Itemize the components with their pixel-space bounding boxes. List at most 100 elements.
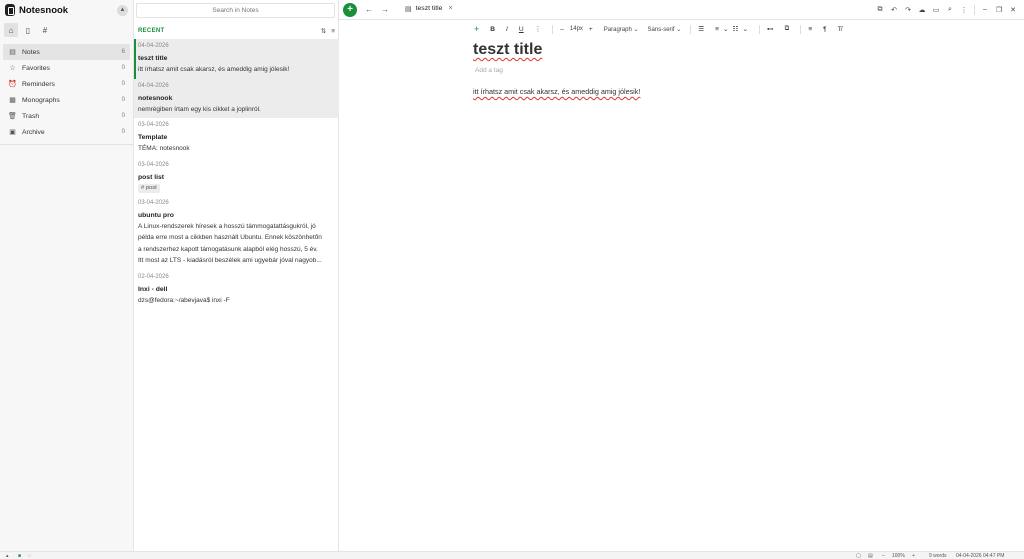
list-item[interactable]: 04-04-2026 notesnook nemrégiben írtam eg… xyxy=(134,78,339,118)
note-preview: TÉMA: notesnook xyxy=(138,145,190,152)
link-icon[interactable]: ⊷ xyxy=(767,25,774,33)
sidebar-item-label: Archive xyxy=(22,128,45,136)
search-icon[interactable]: ⌕ xyxy=(943,6,957,14)
copy-icon[interactable]: ⧉ xyxy=(785,25,790,33)
add-tag-input[interactable]: Add a tag xyxy=(475,67,503,74)
note-preview: a rendszerhez kapott támogatásunk alapbó… xyxy=(138,245,318,253)
notebook-icon[interactable]: ▯ xyxy=(21,23,35,37)
list-item[interactable]: 03-04-2026 post list # post xyxy=(134,158,339,196)
note-date: 03-04-2026 xyxy=(138,199,169,206)
note-title: post list xyxy=(138,173,165,181)
font-family-select[interactable]: Sans-serif ⌄ xyxy=(648,26,682,33)
paragraph-direction-icon[interactable]: ¶ xyxy=(823,26,827,33)
italic-button[interactable]: I xyxy=(506,26,508,33)
focus-mode-icon[interactable]: ⧉ xyxy=(873,6,887,14)
divider xyxy=(974,4,975,15)
user-avatar-icon[interactable]: ▲ xyxy=(117,4,128,16)
more-menu-icon[interactable]: ⋮ xyxy=(957,6,971,14)
view-menu-icon[interactable]: ≡ xyxy=(331,28,335,35)
sidebar-item-trash[interactable]: 🗑 Trash 0 xyxy=(3,108,130,124)
font-size-value: 14px xyxy=(569,26,583,32)
bullet-list-icon[interactable]: ☰ xyxy=(698,25,704,33)
sync-icon[interactable]: ☁ xyxy=(915,6,929,14)
window-tools: ⧉ ↶ ↷ ☁ ▭ ⌕ ⋮ – ❐ ✕ xyxy=(873,4,1024,15)
tag-chip[interactable]: # post xyxy=(138,183,160,193)
back-arrow-icon[interactable]: ← xyxy=(365,5,373,14)
note-title-input[interactable]: teszt title xyxy=(473,41,542,59)
editor-tab[interactable]: ▤ teszt title × xyxy=(401,0,457,20)
note-body-editor[interactable]: itt írhatsz amit csak akarsz, és ameddig… xyxy=(473,87,640,96)
insert-block-button[interactable]: + xyxy=(474,24,479,34)
close-window-icon[interactable]: ✕ xyxy=(1006,6,1020,14)
chevron-down-icon[interactable]: ⌄ xyxy=(742,25,748,33)
properties-icon[interactable]: ▭ xyxy=(929,6,943,14)
note-icon: ▤ xyxy=(9,49,16,56)
bold-button[interactable]: B xyxy=(490,26,495,33)
sync-status-icon[interactable]: ▴ xyxy=(6,553,9,559)
zoom-out-icon[interactable]: – xyxy=(882,553,885,559)
note-preview: nemrégiben írtam egy kis cikket a joplin… xyxy=(138,105,261,113)
sidebar-nav: ▤ Notes 6 ☆ Favorites 0 ⏰ Reminders 0 ▦ … xyxy=(0,40,133,145)
divider xyxy=(800,24,802,34)
chevron-down-icon: ⌄ xyxy=(633,26,639,33)
list-item[interactable]: 03-04-2026 ubuntu pro A Linux-rendszerek… xyxy=(134,196,339,270)
app-header: Notesnook ▲ xyxy=(0,0,133,20)
note-date: 04-04-2026 xyxy=(138,43,169,49)
hash-icon[interactable]: # xyxy=(38,23,52,37)
list-item[interactable]: 04-04-2026 teszt title itt írhatsz amit … xyxy=(134,39,339,79)
recent-group-label: RECENT xyxy=(138,28,165,34)
sidebar-item-label: Favorites xyxy=(22,64,50,72)
sidebar-item-count: 0 xyxy=(121,113,125,119)
chevron-down-icon[interactable]: ⌄ xyxy=(723,25,729,33)
paragraph-select[interactable]: Paragraph ⌄ xyxy=(604,26,639,33)
layout-icon[interactable]: ▤ xyxy=(868,553,873,559)
decrease-font-size-button[interactable]: – xyxy=(560,26,564,33)
note-preview: példa erre most a cikkben használt Ubunt… xyxy=(138,234,322,241)
sidebar-item-label: Monographs xyxy=(22,96,60,104)
app-name: Notesnook xyxy=(19,4,69,16)
sidebar-item-count: 6 xyxy=(121,49,125,55)
note-preview: Itt most az LTS - kiadásról beszélek ami… xyxy=(138,257,322,264)
note-date: 04-04-2026 xyxy=(138,82,169,89)
new-note-button[interactable]: + xyxy=(343,2,357,17)
update-icon[interactable]: ◌ xyxy=(28,553,31,559)
zoom-in-icon[interactable]: + xyxy=(912,553,915,559)
sidebar-item-label: Trash xyxy=(22,112,40,120)
sort-icon[interactable]: ⇅ xyxy=(321,27,326,35)
preview-icon[interactable]: ▢ xyxy=(856,553,861,559)
sidebar-item-notes[interactable]: ▤ Notes 6 xyxy=(3,44,130,60)
note-icon: ▤ xyxy=(405,5,412,13)
more-formatting-icon[interactable]: ⋮ xyxy=(535,25,542,33)
divider xyxy=(690,24,692,34)
sidebar-item-reminders[interactable]: ⏰ Reminders 0 xyxy=(3,76,130,92)
sidebar-item-monographs[interactable]: ▦ Monographs 0 xyxy=(3,92,130,108)
search-input[interactable] xyxy=(137,4,334,17)
sidebar-item-archive[interactable]: ▣ Archive 0 xyxy=(3,124,130,140)
numbered-list-icon[interactable]: ≡ xyxy=(715,26,719,33)
note-preview: itt írhatsz amit csak akarsz, és ameddig… xyxy=(138,66,290,73)
search-box[interactable] xyxy=(136,3,335,18)
zoom-level: 100% xyxy=(892,553,905,559)
list-item[interactable]: 02-04-2026 Inxi - dell dzs@fedora:~/abev… xyxy=(134,270,339,310)
connection-status-icon: ■ xyxy=(18,553,22,559)
increase-font-size-button[interactable]: + xyxy=(589,26,593,33)
redo-icon[interactable]: ↷ xyxy=(901,6,915,14)
close-tab-icon[interactable]: × xyxy=(448,5,452,12)
maximize-icon[interactable]: ❐ xyxy=(992,6,1006,14)
clear-formatting-icon[interactable]: T̸ xyxy=(838,26,842,33)
star-icon: ☆ xyxy=(9,65,16,72)
home-icon[interactable]: ⌂ xyxy=(4,23,18,37)
sidebar: Notesnook ▲ ⌂ ▯ # ▤ Notes 6 ☆ Favorites … xyxy=(0,0,134,551)
underline-button[interactable]: U xyxy=(519,26,524,33)
align-left-icon[interactable]: ≡ xyxy=(808,26,812,33)
sidebar-item-label: Reminders xyxy=(22,80,55,88)
forward-arrow-icon[interactable]: → xyxy=(381,5,389,14)
checklist-icon[interactable]: ☷ xyxy=(733,25,739,33)
list-item[interactable]: 03-04-2026 Template TÉMA: notesnook xyxy=(134,118,339,158)
minimize-icon[interactable]: – xyxy=(978,6,992,13)
notesnook-logo-icon xyxy=(5,4,15,16)
sidebar-tabs: ⌂ ▯ # xyxy=(0,20,133,40)
sidebar-item-count: 0 xyxy=(121,65,125,71)
undo-icon[interactable]: ↶ xyxy=(887,6,901,14)
sidebar-item-favorites[interactable]: ☆ Favorites 0 xyxy=(3,60,130,76)
